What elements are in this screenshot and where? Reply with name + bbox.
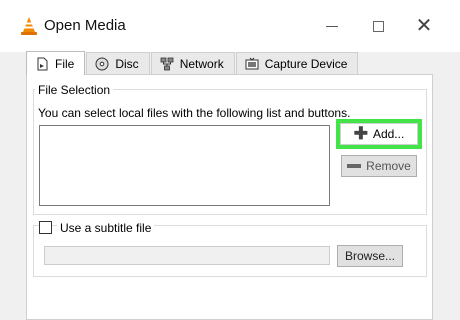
title-bar: Open Media ✕ [0, 0, 460, 52]
browse-button-label: Browse... [344, 249, 395, 263]
close-button[interactable]: ✕ [404, 12, 444, 40]
minimize-icon [326, 25, 338, 27]
tab-panel-file: File Selection You can select local file… [26, 74, 433, 320]
file-list[interactable] [39, 125, 330, 206]
capture-device-icon [245, 57, 259, 69]
tab-file-label: File [55, 56, 75, 71]
tab-file[interactable]: File [26, 51, 86, 75]
maximize-button[interactable] [358, 12, 398, 40]
tab-disc[interactable]: Disc [86, 52, 150, 74]
tab-network-label: Network [179, 56, 224, 71]
add-button[interactable]: ✚ Add... [336, 119, 422, 149]
tab-disc-label: Disc [115, 56, 139, 71]
file-icon [37, 57, 48, 70]
tab-capture-device[interactable]: Capture Device [235, 52, 359, 74]
minus-icon [347, 164, 362, 168]
remove-button-label: Remove [366, 159, 411, 173]
disc-icon [95, 57, 109, 70]
close-icon: ✕ [415, 15, 433, 37]
tab-bar: File Disc Network Capture Device [26, 51, 359, 75]
file-selection-title: File Selection [35, 83, 114, 97]
plus-icon: ✚ [353, 124, 368, 143]
browse-button[interactable]: Browse... [337, 245, 403, 267]
subtitle-path-field [44, 246, 330, 265]
dialog-body: File Disc Network Capture Device File Se… [0, 51, 460, 320]
window-title: Open Media [44, 17, 126, 34]
file-selection-description: You can select local files with the foll… [38, 106, 351, 120]
subtitle-checkbox-label[interactable]: Use a subtitle file [57, 221, 155, 235]
maximize-icon [372, 20, 384, 32]
remove-button[interactable]: Remove [341, 155, 417, 177]
vlc-cone-icon [21, 17, 37, 35]
network-icon [160, 57, 174, 70]
tab-capture-device-label: Capture Device [264, 56, 348, 71]
add-button-label: Add... [372, 127, 405, 141]
tab-network[interactable]: Network [150, 52, 235, 74]
minimize-button[interactable] [312, 12, 352, 40]
subtitle-checkbox[interactable] [39, 221, 52, 234]
